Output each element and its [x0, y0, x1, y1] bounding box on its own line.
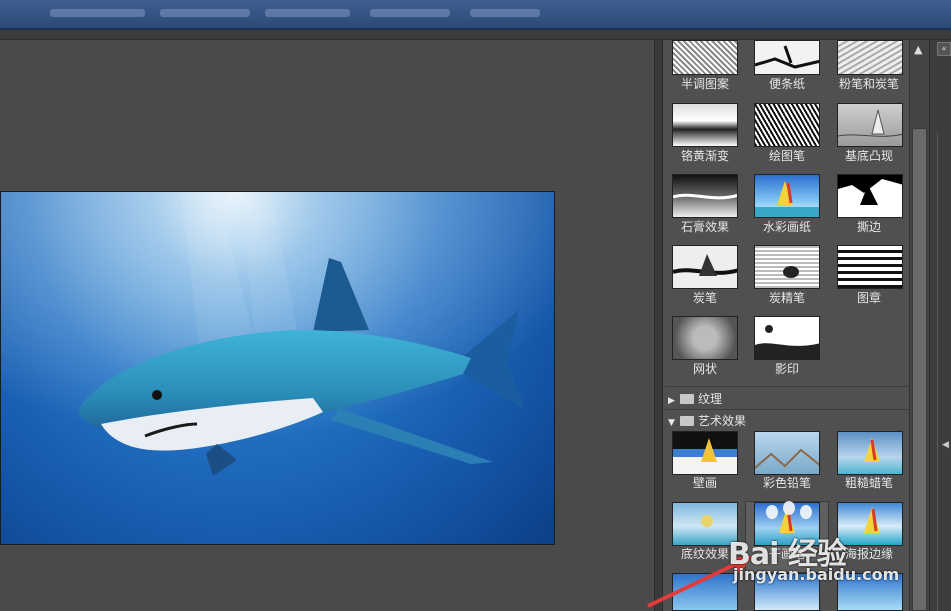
thumb-stamp[interactable]	[837, 245, 903, 289]
thumb-label: 影印	[774, 362, 799, 376]
category-artistic[interactable]: ▼ 艺术效果	[668, 412, 746, 429]
scrollbar-thumb[interactable]	[912, 128, 927, 611]
paw-icon	[783, 501, 795, 515]
shark-image	[1, 192, 554, 544]
thumb-charcoal[interactable]	[672, 245, 738, 289]
menu-blur	[370, 9, 450, 17]
watermark-url: jingyan.baidu.com	[733, 565, 900, 584]
thumb-label: 半调图案	[680, 77, 729, 91]
thumb-halftone[interactable]	[672, 40, 738, 75]
thumb-relief[interactable]	[837, 103, 903, 147]
toolbar-strip	[0, 30, 951, 40]
menu-blur	[50, 9, 145, 17]
thumb-chalk[interactable]	[837, 40, 903, 75]
thumb-poster-edges[interactable]	[837, 502, 903, 546]
thumb-label: 绘图笔	[768, 149, 805, 163]
thumb-photocopy[interactable]	[754, 316, 820, 360]
thumb-fresco[interactable]	[672, 431, 738, 475]
category-texture[interactable]: ▶ 纹理	[668, 390, 722, 407]
thumb-rough-pastels[interactable]	[837, 431, 903, 475]
thumb-label: 网状	[692, 362, 717, 376]
folder-icon	[680, 394, 694, 404]
category-separator	[665, 386, 909, 387]
category-separator	[665, 409, 909, 410]
preview-image[interactable]	[0, 191, 555, 545]
canvas-divider	[654, 40, 662, 611]
category-label: 艺术效果	[698, 414, 747, 428]
thumb-label: 炭笔	[692, 291, 717, 305]
thumb-conte[interactable]	[754, 245, 820, 289]
thumb-label: 粉笔和炭笔	[838, 77, 899, 91]
thumb-reticulation[interactable]	[672, 316, 738, 360]
thumb-label: 撕边	[856, 220, 881, 234]
folder-icon	[680, 416, 694, 426]
thumb-label: 彩色铅笔	[762, 476, 811, 490]
expand-left-icon[interactable]: ◀	[942, 440, 949, 450]
thumb-torn-edges[interactable]	[837, 174, 903, 218]
right-dock-divider	[937, 133, 951, 611]
thumb-label: 水彩画纸	[762, 220, 811, 234]
thumb-plaster[interactable]	[672, 174, 738, 218]
thumb-label: 便条纸	[768, 77, 805, 91]
menu-blur	[265, 9, 350, 17]
paw-icon	[800, 505, 812, 519]
thumb-label: 壁画	[692, 476, 717, 490]
expand-down-icon: ▼	[668, 418, 675, 428]
category-label: 纹理	[698, 392, 723, 406]
scroll-up-arrow-icon[interactable]: ▲	[914, 43, 922, 56]
menu-blur	[470, 9, 540, 17]
collapse-icon[interactable]: «	[937, 42, 951, 56]
expand-right-icon: ▶	[668, 396, 675, 406]
thumb-label: 石膏效果	[680, 220, 729, 234]
thumb-pen[interactable]	[754, 103, 820, 147]
thumb-label: 基底凸现	[844, 149, 893, 163]
thumb-chrome[interactable]	[672, 103, 738, 147]
paw-icon	[766, 505, 778, 519]
thumb-label: 粗糙蜡笔	[844, 476, 893, 490]
thumb-note-paper[interactable]	[754, 40, 820, 75]
thumb-colored-pencil[interactable]	[754, 431, 820, 475]
thumb-label: 炭精笔	[768, 291, 805, 305]
thumb-watercolor-paper[interactable]	[754, 174, 820, 218]
panel-scrollbar[interactable]: ▲	[909, 40, 929, 611]
window-titlebar	[0, 0, 951, 30]
thumb-label: 铬黄渐变	[680, 149, 729, 163]
menu-blur	[160, 9, 250, 17]
thumb-label: 图章	[856, 291, 881, 305]
